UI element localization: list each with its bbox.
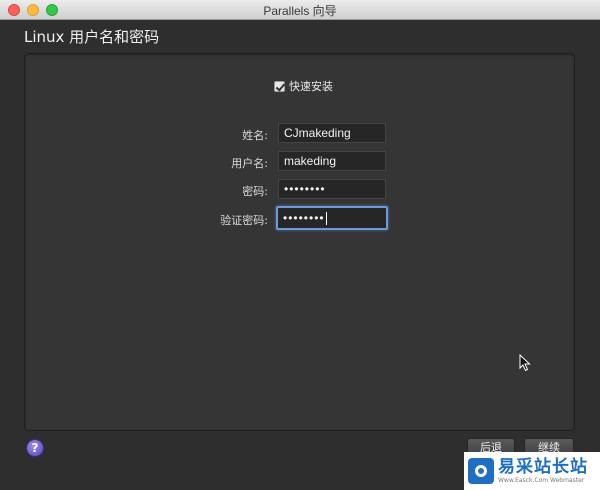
verify-password-label: 验证密码: [220, 214, 268, 227]
password-field[interactable]: •••••••• [278, 179, 386, 199]
text-caret [325, 212, 327, 226]
verify-password-field[interactable]: •••••••• [276, 206, 388, 230]
name-field[interactable]: CJmakeding [278, 123, 386, 143]
verify-password-value: •••••••• [283, 211, 325, 225]
password-row: 密码: •••••••• [180, 179, 420, 201]
quick-install-label: 快速安装 [289, 80, 333, 93]
watermark-logo-icon [468, 458, 494, 484]
watermark: 易采站长站 Www.Easck.Com Webmaster [464, 452, 600, 490]
username-label: 用户名: [231, 157, 268, 170]
watermark-name: 易采站长站 [498, 456, 588, 477]
help-button[interactable]: ? [26, 439, 44, 457]
name-row: 姓名: CJmakeding [180, 123, 420, 145]
window-title: Parallels 向导 [263, 4, 337, 18]
verify-password-row: 验证密码: •••••••• [180, 206, 420, 230]
username-field[interactable]: makeding [278, 151, 386, 171]
watermark-url: Www.Easck.Com Webmaster [498, 476, 585, 484]
name-label: 姓名: [242, 129, 268, 142]
quick-install-checkbox[interactable] [274, 80, 285, 92]
form-panel [24, 53, 575, 431]
password-label: 密码: [242, 185, 268, 198]
mouse-cursor-icon [519, 354, 531, 372]
username-row: 用户名: makeding [180, 151, 420, 173]
page-title: Linux 用户名和密码 [24, 28, 160, 46]
quick-install-option[interactable]: 快速安装 [274, 79, 333, 93]
window-titlebar: Parallels 向导 [0, 0, 600, 20]
